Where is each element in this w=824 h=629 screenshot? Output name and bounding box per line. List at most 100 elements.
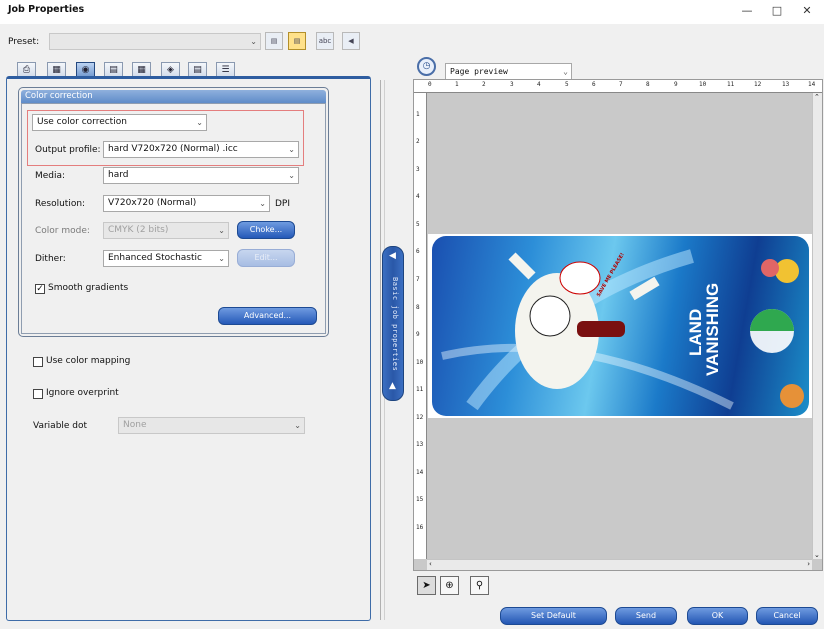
ruler-left-tick: 13 — [416, 441, 424, 448]
use-color-mapping-label: Use color mapping — [46, 356, 131, 366]
use-color-mapping-checkbox[interactable] — [33, 357, 43, 367]
chevron-down-icon: ⌄ — [218, 254, 225, 263]
ruler-left-tick: 11 — [416, 386, 424, 393]
ruler-top-tick: 3 — [510, 81, 514, 88]
ok-button[interactable]: OK — [687, 607, 748, 625]
basic-job-properties-toggle[interactable]: ◀ Basic job properties ▲ — [382, 246, 404, 401]
color-correction-mode-select[interactable]: Use color correction ⌄ — [32, 114, 207, 131]
maximize-icon[interactable]: □ — [762, 0, 792, 22]
media-value: hard — [108, 170, 129, 180]
ruler-top-tick: 13 — [782, 81, 790, 88]
color-mode-select[interactable]: CMYK (2 bits) ⌄ — [103, 222, 229, 239]
ruler-top-tick: 2 — [482, 81, 486, 88]
scroll-up-icon[interactable]: ⌃ — [814, 93, 820, 101]
scroll-left-icon[interactable]: ‹ — [429, 560, 432, 568]
ruler-top-tick: 8 — [646, 81, 650, 88]
smooth-gradients-label: Smooth gradients — [48, 283, 129, 293]
variable-dot-label: Variable dot — [33, 421, 88, 431]
scroll-right-icon[interactable]: › — [807, 560, 810, 568]
ruler-top-tick: 6 — [592, 81, 596, 88]
variable-dot-select[interactable]: None ⌄ — [118, 417, 305, 434]
chevron-down-icon: ⌄ — [294, 421, 301, 430]
collapse-up-icon: ▲ — [389, 381, 396, 391]
ruler-top-tick: 5 — [565, 81, 569, 88]
ruler-left-tick: 14 — [416, 469, 424, 476]
zoom-tool-icon[interactable]: ⚲ — [470, 576, 489, 595]
artwork-image: SAVE ME PLEASE! LAND VANISHING — [432, 236, 809, 416]
ruler-left-tick: 15 — [416, 496, 424, 503]
dither-select[interactable]: Enhanced Stochastic ⌄ — [103, 250, 229, 267]
output-profile-select[interactable]: hard V720x720 (Normal) .icc ⌄ — [103, 141, 299, 158]
clock-icon[interactable]: ◷ — [417, 57, 436, 76]
edit-button[interactable]: Edit... — [237, 249, 295, 267]
preset-select[interactable]: ⌄ — [49, 33, 261, 50]
media-label: Media: — [35, 171, 66, 181]
pointer-tool-icon[interactable]: ➤ — [417, 576, 436, 595]
chevron-down-icon: ⌄ — [259, 199, 266, 208]
delete-preset-icon[interactable]: ◀ — [342, 32, 360, 50]
chevron-down-icon: ⌄ — [288, 171, 295, 180]
chevron-down-icon: ⌄ — [218, 226, 225, 235]
cancel-button[interactable]: Cancel — [756, 607, 818, 625]
scroll-down-icon[interactable]: ⌄ — [814, 551, 820, 559]
preset-label: Preset: — [8, 37, 40, 47]
zoom-in-tool-icon[interactable]: ⊕ — [440, 576, 459, 595]
load-preset-icon[interactable]: ▤ — [288, 32, 306, 50]
ruler-top-tick: 9 — [674, 81, 678, 88]
send-button[interactable]: Send — [615, 607, 677, 625]
resolution-select[interactable]: V720x720 (Normal) ⌄ — [103, 195, 270, 212]
dither-value: Enhanced Stochastic — [108, 253, 202, 263]
resolution-label: Resolution: — [35, 199, 86, 209]
ignore-overprint-checkbox[interactable] — [33, 389, 43, 399]
horizontal-ruler: 0 1 2 3 4 5 6 7 8 9 10 11 12 13 14 — [414, 80, 822, 93]
ruler-top-tick: 4 — [537, 81, 541, 88]
ruler-top-tick: 11 — [727, 81, 735, 88]
ruler-top-tick: 12 — [754, 81, 762, 88]
abc-icon[interactable]: abc — [316, 32, 334, 50]
vertical-scrollbar[interactable]: ⌃ ⌄ — [812, 93, 822, 559]
horizontal-scrollbar[interactable]: ‹ › — [427, 559, 812, 570]
chevron-down-icon: ⌄ — [196, 118, 203, 127]
ruler-left-tick: 1 — [416, 111, 420, 118]
ruler-top-tick: 10 — [699, 81, 707, 88]
title-bar — [0, 0, 824, 24]
variable-dot-value: None — [123, 420, 147, 430]
color-correction-title: Color correction — [21, 90, 326, 103]
smooth-gradients-checkbox[interactable]: ✓ — [35, 284, 45, 294]
ruler-left-tick: 10 — [416, 359, 424, 366]
dither-label: Dither: — [35, 254, 66, 264]
set-default-button[interactable]: Set Default — [500, 607, 607, 625]
advanced-button[interactable]: Advanced... — [218, 307, 317, 325]
artwork-title-line2: VANISHING — [703, 282, 722, 376]
resolution-value: V720x720 (Normal) — [108, 198, 197, 208]
output-profile-label: Output profile: — [35, 145, 101, 155]
minimize-icon[interactable]: — — [732, 0, 762, 22]
ruler-left-tick: 2 — [416, 138, 420, 145]
ruler-left-tick: 7 — [416, 276, 420, 283]
color-correction-mode-value: Use color correction — [37, 117, 127, 127]
window-title: Job Properties — [8, 4, 85, 15]
ruler-top-tick: 14 — [808, 81, 816, 88]
ruler-top-tick: 1 — [455, 81, 459, 88]
side-bar-label: Basic job properties — [391, 277, 399, 372]
ruler-top-tick: 0 — [428, 81, 432, 88]
artwork-title-line1: LAND — [686, 308, 705, 356]
preview-mode-select[interactable]: Page preview ⌄ — [445, 63, 572, 80]
close-icon[interactable]: ✕ — [792, 0, 822, 22]
chevron-down-icon: ⌄ — [250, 37, 257, 46]
ruler-top-tick: 7 — [619, 81, 623, 88]
resolution-unit: DPI — [275, 199, 291, 209]
media-select[interactable]: hard ⌄ — [103, 167, 299, 184]
chevron-down-icon: ⌄ — [288, 145, 295, 154]
ruler-left-tick: 9 — [416, 331, 420, 338]
vertical-ruler: 1 2 3 4 5 6 7 8 9 10 11 12 13 14 15 16 — [414, 93, 427, 559]
ruler-left-tick: 5 — [416, 221, 420, 228]
ruler-left-tick: 3 — [416, 166, 420, 173]
ruler-left-tick: 4 — [416, 193, 420, 200]
choke-button[interactable]: Choke... — [237, 221, 295, 239]
chevron-down-icon: ⌄ — [563, 67, 568, 76]
ruler-left-tick: 6 — [416, 248, 420, 255]
save-preset-icon[interactable]: ▤ — [265, 32, 283, 50]
ruler-left-tick: 16 — [416, 524, 424, 531]
output-profile-value: hard V720x720 (Normal) .icc — [108, 144, 238, 154]
